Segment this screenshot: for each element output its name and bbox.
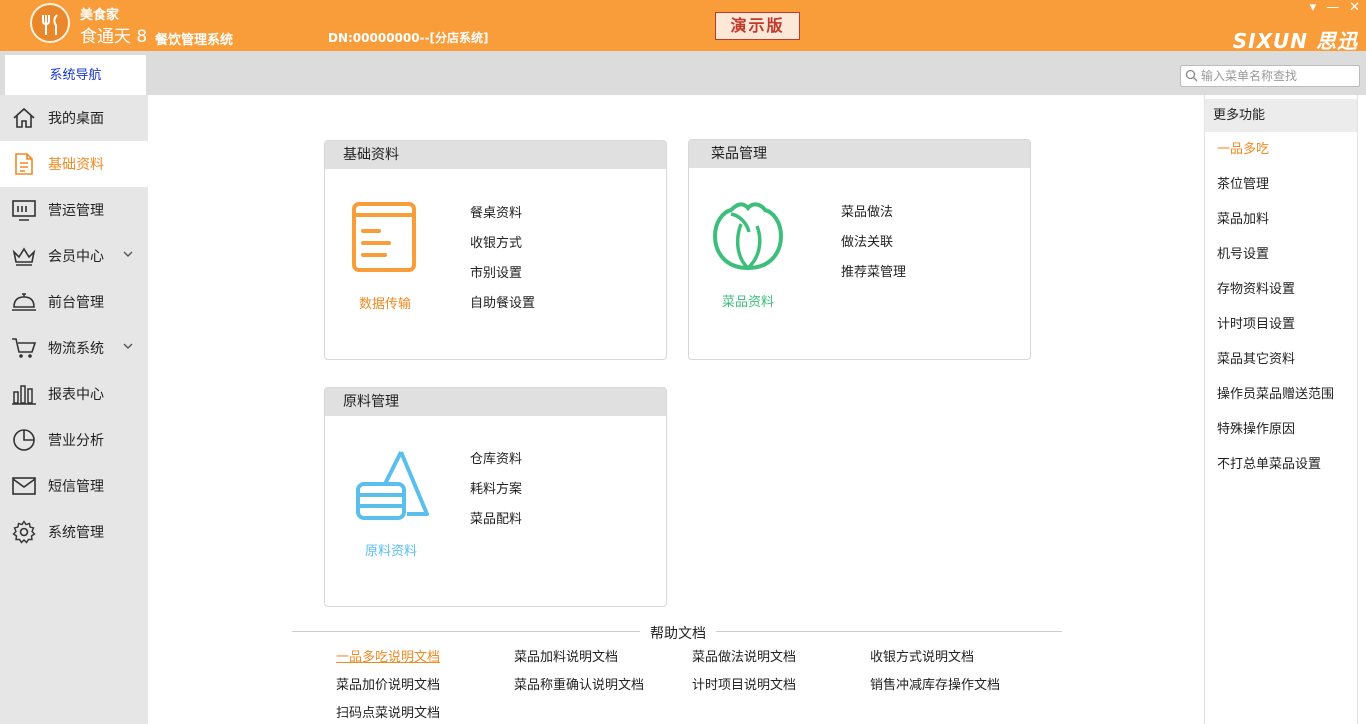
dish-data-label[interactable]: 菜品资料	[689, 291, 808, 310]
app-subtitle: 餐饮管理系统	[155, 33, 234, 48]
sidebar-item-basic-data[interactable]: 基础资料	[0, 141, 148, 187]
cloche-icon	[12, 293, 36, 311]
help-link-dish-addon[interactable]: 菜品加料说明文档	[514, 646, 618, 665]
envelope-icon	[12, 477, 36, 495]
sidebar-item-report-center[interactable]: 报表中心	[0, 371, 148, 417]
right-item-dish-addon[interactable]: 菜品加料	[1205, 202, 1357, 237]
gear-icon	[12, 520, 36, 544]
sidebar-item-label: 我的桌面	[48, 111, 104, 127]
close-window-button[interactable]: ✕	[1349, 0, 1360, 15]
basic-data-links: 餐桌资料 收银方式 市别设置 自助餐设置	[470, 202, 535, 311]
help-link-payment-methods[interactable]: 收银方式说明文档	[870, 646, 974, 665]
card-title: 原料管理	[325, 388, 666, 416]
sidebar-item-system-management[interactable]: 系统管理	[0, 509, 148, 555]
tab-system-navigation[interactable]: 系统导航	[5, 55, 146, 95]
chevron-down-icon	[123, 343, 133, 349]
sidebar-item-member-center[interactable]: 会员中心	[0, 233, 148, 279]
sidebar-item-operations[interactable]: 营运管理	[0, 187, 148, 233]
sidebar-item-label: 营运管理	[48, 203, 104, 219]
raw-material-label[interactable]: 原料资料	[331, 540, 451, 559]
minimize-window-button[interactable]: —	[1326, 0, 1339, 15]
link-dish-ingredients[interactable]: 菜品配料	[470, 508, 522, 527]
dn-info: DN:00000000--[分店系统]	[328, 31, 489, 45]
brand-top-text: 美食家	[80, 8, 120, 23]
app-header: 美食家 食通天 8 餐饮管理系统 DN:00000000--[分店系统] 演示版…	[0, 0, 1366, 53]
company-logo: SIXUN 思迅	[1232, 29, 1358, 53]
sidebar-item-label: 系统管理	[48, 525, 104, 541]
search-placeholder: 输入菜单名称查找	[1201, 69, 1298, 83]
home-icon	[13, 107, 35, 128]
search-icon	[1185, 69, 1198, 82]
pie-chart-icon	[13, 429, 35, 451]
utensils-icon	[42, 14, 58, 35]
data-transfer-icon[interactable]	[351, 201, 417, 273]
card-title: 基础资料	[325, 141, 666, 169]
help-link-scan-order[interactable]: 扫码点菜说明文档	[336, 702, 440, 721]
link-buffet-settings[interactable]: 自助餐设置	[470, 292, 535, 311]
sidebar-item-label: 报表中心	[48, 387, 104, 403]
material-links: 仓库资料 耗料方案 菜品配料	[470, 448, 522, 527]
menu-search-input[interactable]: 输入菜单名称查找	[1180, 65, 1360, 87]
sidebar-item-front-desk[interactable]: 前台管理	[0, 279, 148, 325]
sidebar-item-label: 会员中心	[48, 249, 104, 265]
vegetable-icon[interactable]	[711, 200, 785, 272]
card-basic-data: 基础资料 数据传输 餐桌资料 收银方式 市别设置 自助餐设置	[324, 140, 667, 360]
right-item-terminal-settings[interactable]: 机号设置	[1205, 237, 1357, 272]
more-functions-panel: 更多功能 一品多吃 茶位管理 菜品加料 机号设置 存物资料设置 计时项目设置 菜…	[1204, 95, 1358, 724]
help-link-dish-preparation[interactable]: 菜品做法说明文档	[692, 646, 796, 665]
data-transfer-label[interactable]: 数据传输	[325, 293, 445, 312]
link-table-data[interactable]: 餐桌资料	[470, 202, 535, 221]
cart-icon	[12, 338, 37, 358]
toolbar: 系统导航 输入菜单名称查找	[0, 51, 1366, 95]
sidebar-item-label: 物流系统	[48, 341, 104, 357]
right-item-no-summary-print[interactable]: 不打总单菜品设置	[1205, 447, 1357, 482]
dish-links: 菜品做法 做法关联 推荐菜管理	[841, 201, 906, 280]
help-link-multi-eat[interactable]: 一品多吃说明文档	[336, 646, 440, 665]
brand-logo	[30, 3, 70, 43]
help-link-timed-items[interactable]: 计时项目说明文档	[692, 674, 796, 693]
sidebar: 我的桌面 基础资料 营运管理 会员中心 前台管理 物流系统 报表中心 营业分析 …	[0, 95, 148, 724]
app-name: 食通天 8	[80, 27, 148, 47]
raw-material-icon[interactable]	[355, 448, 429, 522]
window-controls: ▾ — ✕	[1310, 0, 1360, 15]
right-item-multi-eat[interactable]: 一品多吃	[1205, 132, 1357, 167]
sidebar-item-label: 营业分析	[48, 433, 104, 449]
sidebar-item-label: 短信管理	[48, 479, 104, 495]
chevron-down-icon	[123, 251, 133, 257]
dropdown-window-button[interactable]: ▾	[1310, 0, 1317, 15]
sidebar-item-my-desktop[interactable]: 我的桌面	[0, 95, 148, 141]
link-payment-methods[interactable]: 收银方式	[470, 232, 535, 251]
link-dish-preparation[interactable]: 菜品做法	[841, 201, 906, 220]
card-title: 菜品管理	[689, 140, 1030, 168]
link-market-settings[interactable]: 市别设置	[470, 262, 535, 281]
help-docs-title: 帮助文档	[640, 623, 716, 643]
help-link-weighing-confirm[interactable]: 菜品称重确认说明文档	[514, 674, 644, 693]
right-item-storage-settings[interactable]: 存物资料设置	[1205, 272, 1357, 307]
sidebar-item-sms[interactable]: 短信管理	[0, 463, 148, 509]
right-item-timed-items[interactable]: 计时项目设置	[1205, 307, 1357, 342]
right-item-operator-gift-range[interactable]: 操作员菜品赠送范围	[1205, 377, 1357, 412]
link-consumption-plan[interactable]: 耗料方案	[470, 478, 522, 497]
bar-chart-icon	[12, 385, 36, 405]
right-item-special-reasons[interactable]: 特殊操作原因	[1205, 412, 1357, 447]
link-warehouse-data[interactable]: 仓库资料	[470, 448, 522, 467]
right-item-other-dish-data[interactable]: 菜品其它资料	[1205, 342, 1357, 377]
sidebar-item-label: 基础资料	[48, 157, 104, 173]
card-dish-management: 菜品管理 菜品资料 菜品做法 做法关联 推荐菜管理	[688, 139, 1031, 360]
document-icon	[15, 153, 33, 175]
link-preparation-association[interactable]: 做法关联	[841, 231, 906, 250]
sidebar-item-logistics[interactable]: 物流系统	[0, 325, 148, 371]
sidebar-item-label: 前台管理	[48, 295, 104, 311]
right-item-tea-seat[interactable]: 茶位管理	[1205, 167, 1357, 202]
more-functions-title: 更多功能	[1205, 99, 1357, 132]
help-link-stock-deduction[interactable]: 销售冲减库存操作文档	[870, 674, 1000, 693]
card-material-management: 原料管理 原料资料 仓库资料 耗料方案 菜品配料	[324, 387, 667, 607]
sidebar-item-business-analysis[interactable]: 营业分析	[0, 417, 148, 463]
monitor-icon	[12, 200, 36, 221]
demo-badge: 演示版	[715, 12, 800, 40]
link-recommended-dishes[interactable]: 推荐菜管理	[841, 261, 906, 280]
crown-icon	[12, 247, 36, 266]
help-link-price-markup[interactable]: 菜品加价说明文档	[336, 674, 440, 693]
